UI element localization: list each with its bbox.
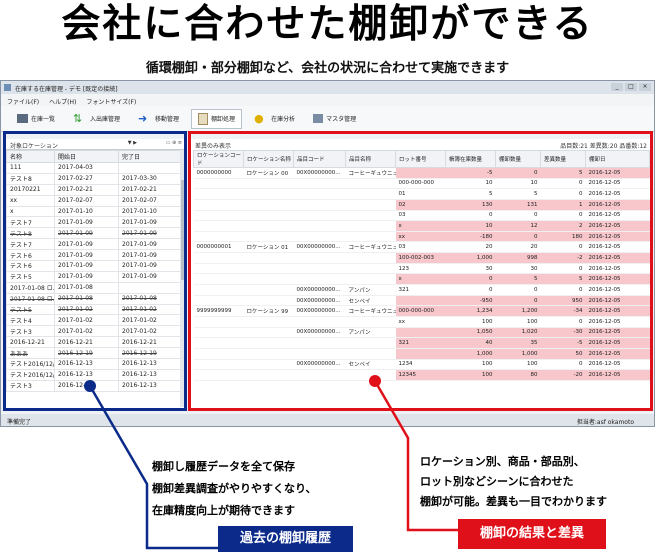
menu-help[interactable]: ヘルプ(H)	[49, 97, 76, 106]
headline: 会社に合わせた棚卸ができる	[61, 2, 594, 47]
toolbar-master[interactable]: マスタ管理	[307, 109, 362, 129]
up-down-arrows-icon: ⇅	[73, 111, 83, 125]
arrow-right-icon: ➜	[138, 111, 148, 125]
toolbar-transfer[interactable]: ➜ 移動管理	[132, 109, 185, 129]
toolbar: 在庫一覧 ⇅ 入出庫管理 ➜ 移動管理 棚卸処理 ● 在庫分析 マスタ管理	[1, 106, 654, 132]
result-highlight-frame	[188, 131, 653, 411]
list-icon	[17, 114, 28, 123]
subheadline: 循環棚卸・部分棚卸など、会社の状況に合わせて実施できます	[145, 61, 510, 76]
minimize-button[interactable]: _	[611, 83, 623, 91]
toolbar-stocktake[interactable]: 棚卸処理	[191, 108, 243, 129]
result-label: 棚卸の結果と差異	[458, 519, 606, 549]
master-icon	[313, 114, 324, 123]
menu-file[interactable]: ファイル(F)	[7, 97, 39, 106]
result-description: ロケーション別、商品・部品別、 ロット別などシーンに合わせた 棚卸が可能。差異も…	[420, 455, 607, 508]
history-description: 棚卸し履歴データを全て保存 棚卸差異調査がやりやすくなり、 在庫精度向上が期待で…	[152, 460, 317, 517]
app-icon	[4, 84, 11, 91]
close-button[interactable]: ×	[639, 83, 651, 91]
user-info: 担当者:asf okamoto	[576, 419, 634, 426]
toolbar-inventory-list[interactable]: 在庫一覧	[11, 109, 61, 129]
title-bar: 在庫する在庫管理 - デモ [既定の接続] _ □ ×	[1, 81, 654, 94]
history-highlight-frame	[3, 131, 187, 411]
menu-font-size[interactable]: フォントサイズ(F)	[86, 97, 136, 106]
toolbar-analysis[interactable]: ● 在庫分析	[248, 109, 301, 129]
status-text: 準備完了	[7, 419, 32, 426]
status-bar: 準備完了 担当者:asf okamoto	[1, 414, 654, 426]
lightbulb-icon: ●	[254, 111, 264, 125]
clipboard-icon	[198, 112, 209, 125]
window-title: 在庫する在庫管理 - デモ [既定の接続]	[15, 86, 118, 93]
toolbar-in-out[interactable]: ⇅ 入出庫管理	[67, 109, 126, 129]
maximize-button[interactable]: □	[625, 83, 637, 91]
history-label: 過去の棚卸履歴	[218, 526, 353, 552]
menu-bar: ファイル(F) ヘルプ(H) フォントサイズ(F)	[1, 94, 654, 106]
